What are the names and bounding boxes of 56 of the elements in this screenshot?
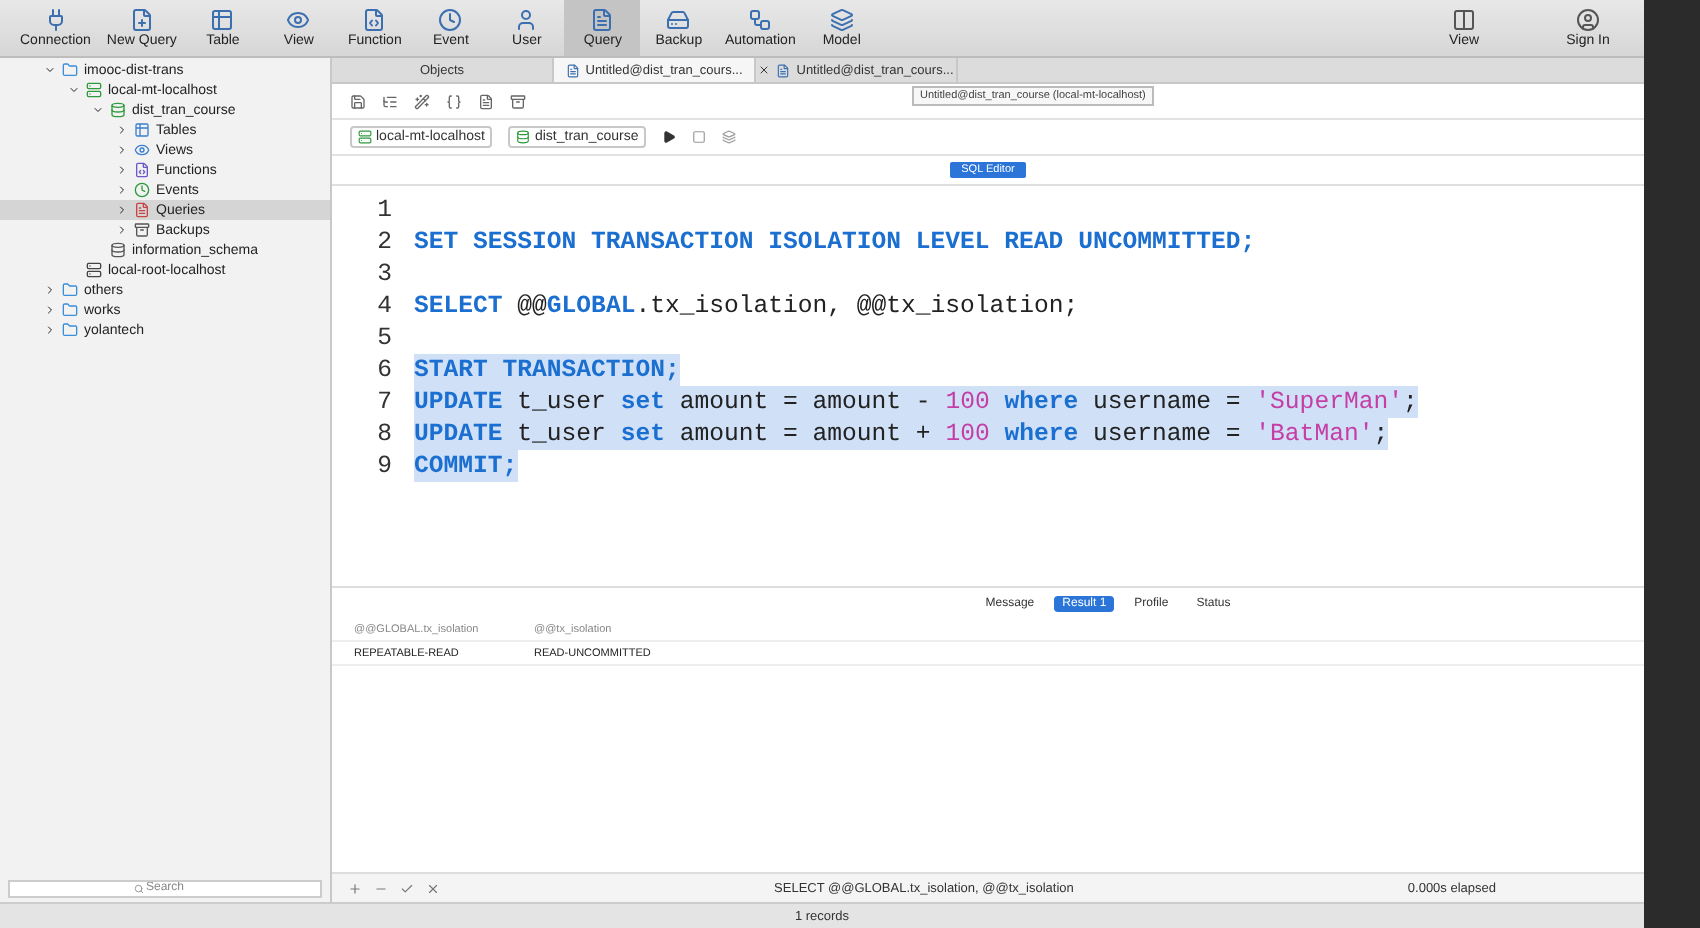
model-icon [829,8,854,32]
folder-icon [62,62,78,78]
search-icon [133,883,143,893]
connection-icon [86,82,102,98]
format-icon[interactable] [382,93,398,109]
table-icon [210,8,235,32]
line-number: 1 [375,196,394,224]
backup-icon [666,8,691,32]
functions-icon [134,162,150,178]
code-line: SELECT @@GLOBAL.tx_isolation, @@tx_isolation; [414,290,1079,322]
close-icon[interactable] [758,64,771,76]
event-icon [438,8,463,32]
signin-icon [1576,8,1600,32]
document-icon [565,63,580,77]
events-icon [134,182,150,198]
query-icon [590,8,615,32]
save-icon[interactable] [350,93,366,109]
plug-icon [43,8,68,32]
database-icon [110,102,126,118]
check-icon[interactable] [400,881,414,895]
views-icon [134,142,150,158]
line-number: 5 [375,324,394,352]
layout-icon [1452,8,1476,32]
add-icon[interactable] [348,881,362,895]
queries-icon [134,202,150,218]
function-icon [362,8,387,32]
newquery-icon [129,8,154,32]
folder-icon [62,322,78,338]
user-icon [514,8,539,32]
close-icon[interactable] [426,881,440,895]
line-number: 4 [375,292,394,320]
folder-icon [62,302,78,318]
automation-icon [748,8,773,32]
server-icon [358,130,372,144]
stop-icon[interactable] [692,130,707,144]
braces-icon[interactable] [446,93,462,109]
run-icon[interactable] [662,130,677,144]
document-icon [776,63,791,77]
line-number: 9 [375,452,394,480]
line-number: 6 [375,356,394,384]
code-line: SET SESSION TRANSACTION ISOLATION LEVEL READ UNCOMMITTED; [414,226,1256,258]
view-icon [286,8,311,32]
backups-icon [134,222,150,238]
archive-icon[interactable] [510,93,526,109]
document-icon[interactable] [478,93,494,109]
schema-icon [110,242,126,258]
line-number: 3 [375,260,394,288]
folder-icon [62,282,78,298]
wand-icon[interactable] [414,93,430,109]
connectionoff-icon [86,262,102,278]
line-number: 7 [375,388,394,416]
line-number: 8 [375,420,394,448]
database-icon [516,130,531,144]
explain-icon[interactable] [722,130,737,144]
tables-icon [134,122,150,138]
line-number: 2 [375,228,394,256]
